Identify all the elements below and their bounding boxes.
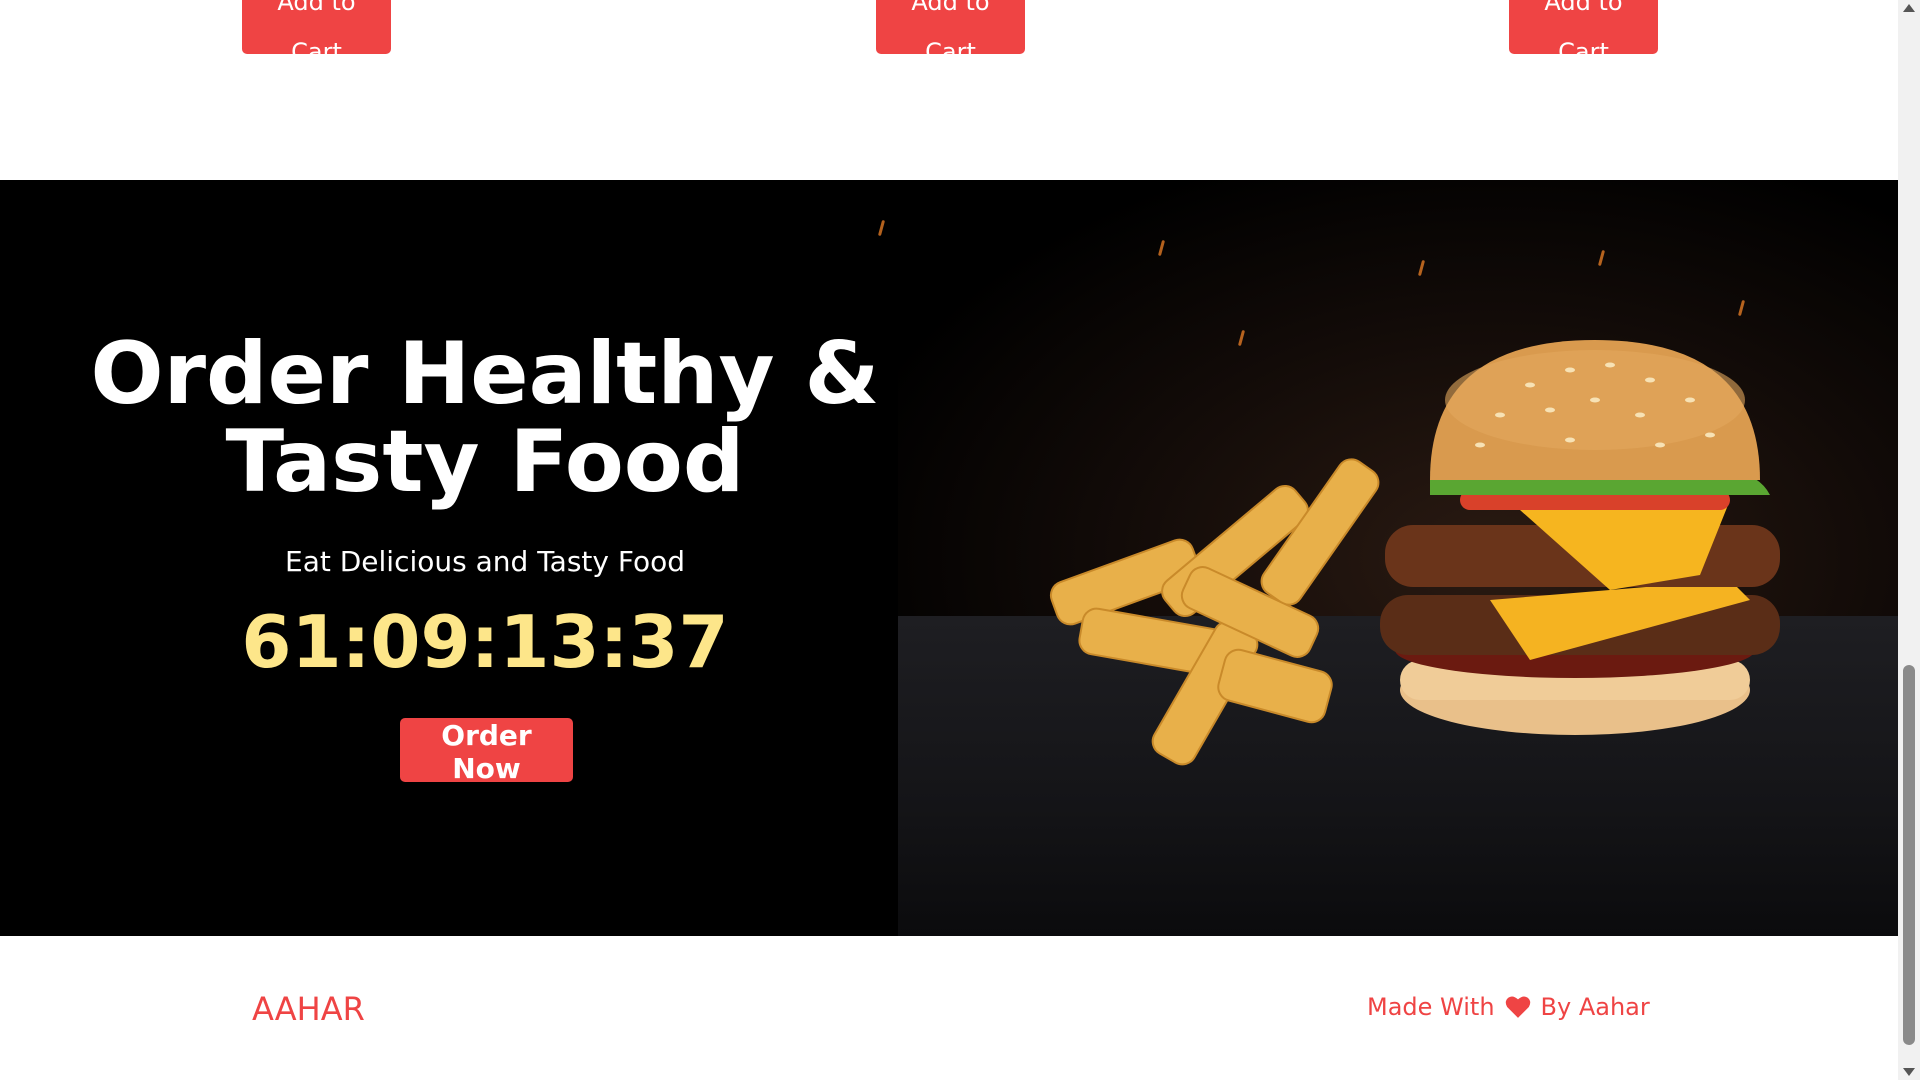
add-to-cart-button[interactable]: Add to Cart [876, 0, 1025, 66]
scrollbar-thumb[interactable] [1903, 665, 1915, 1045]
add-to-cart-button[interactable]: Add to Cart [1509, 0, 1658, 66]
hero-title: Order Healthy & Tasty Food [90, 324, 880, 512]
credit-suffix: By Aahar [1540, 993, 1650, 1021]
scroll-down-arrow-icon[interactable] [1903, 1068, 1915, 1076]
credit-prefix: Made With [1367, 993, 1495, 1021]
footer-credit: Made With By Aahar [1367, 993, 1650, 1021]
hero-subtitle: Eat Delicious and Tasty Food [285, 545, 685, 578]
order-now-button[interactable]: Order Now [400, 718, 573, 785]
vertical-scrollbar[interactable] [1898, 0, 1920, 1080]
product-card-row: Add to Cart Add to Cart Add to Cart [0, 0, 1898, 180]
countdown-timer: 61:09:13:37 [241, 600, 729, 684]
hero-banner: Order Healthy & Tasty Food Eat Delicious… [0, 180, 1898, 936]
site-footer: AAHAR Made With By Aahar [0, 936, 1898, 1080]
footer-brand-logo[interactable]: AAHAR [252, 990, 365, 1028]
heart-icon [1505, 996, 1530, 1018]
add-to-cart-button[interactable]: Add to Cart [242, 0, 391, 66]
burger-and-fries-image [1049, 340, 1780, 766]
ember-spark [877, 219, 886, 237]
scroll-up-arrow-icon[interactable] [1903, 4, 1915, 12]
